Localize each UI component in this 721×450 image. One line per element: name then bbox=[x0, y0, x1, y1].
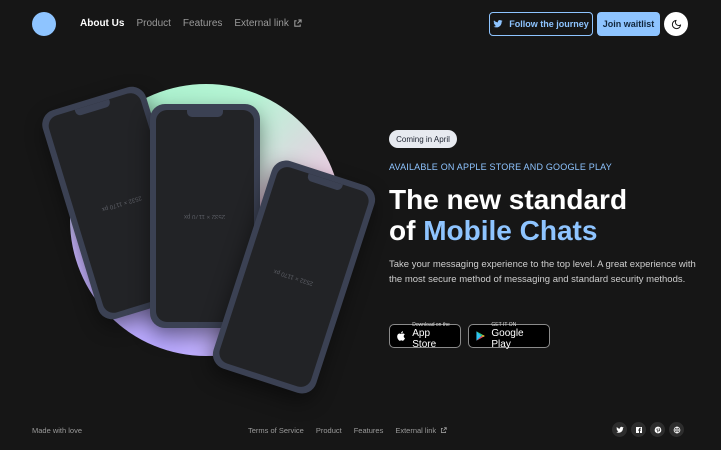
join-waitlist-button[interactable]: Join waitlist bbox=[597, 12, 660, 36]
phone-screen-text: 2532 × 1170 px bbox=[184, 213, 226, 219]
top-nav: About Us Product Features External link … bbox=[0, 0, 721, 48]
website-social-button[interactable] bbox=[669, 422, 684, 437]
nav-features[interactable]: Features bbox=[183, 18, 222, 29]
nav-external-link-label: External link bbox=[234, 18, 289, 29]
footer-terms-link[interactable]: Terms of Service bbox=[248, 426, 304, 435]
globe-icon bbox=[673, 426, 680, 433]
headline-accent: Mobile Chats bbox=[423, 215, 598, 246]
footer-links: Terms of Service Product Features Extern… bbox=[248, 426, 447, 435]
twitter-icon bbox=[615, 426, 624, 433]
facebook-icon bbox=[635, 426, 642, 433]
hero-description: Take your messaging experience to the to… bbox=[389, 259, 696, 285]
hero-illustration: 2532 × 1170 px 2532 × 1170 px 2532 × 117… bbox=[30, 80, 380, 400]
phone-screen-text: 2532 × 1170 px bbox=[273, 267, 315, 287]
phone-screen-text: 2532 × 1170 px bbox=[101, 194, 143, 212]
app-store-big: App Store bbox=[412, 328, 437, 350]
follow-journey-button[interactable]: Follow the journey bbox=[489, 12, 593, 36]
footer-product-link[interactable]: Product bbox=[316, 426, 342, 435]
external-link-icon bbox=[441, 427, 447, 434]
footer-features-link[interactable]: Features bbox=[354, 426, 384, 435]
pinterest-icon bbox=[654, 426, 661, 433]
headline-line1: The new standard bbox=[389, 184, 628, 215]
footer-external-link[interactable]: External link bbox=[395, 426, 447, 435]
logo[interactable] bbox=[32, 12, 56, 36]
twitter-social-button[interactable] bbox=[612, 422, 627, 437]
coming-soon-badge: Coming in April bbox=[389, 130, 457, 148]
nav-product[interactable]: Product bbox=[136, 18, 170, 29]
footer-external-link-label: External link bbox=[395, 426, 437, 435]
external-link-icon bbox=[294, 19, 302, 27]
headline-of: of bbox=[389, 215, 416, 246]
facebook-social-button[interactable] bbox=[631, 422, 646, 437]
theme-toggle-button[interactable] bbox=[664, 12, 688, 36]
social-links bbox=[612, 422, 684, 437]
moon-icon bbox=[671, 19, 681, 29]
google-play-icon bbox=[476, 331, 485, 341]
app-store-button[interactable]: Download on the App Store bbox=[389, 322, 461, 350]
footer-made-with: Made with love bbox=[32, 426, 83, 435]
app-store-text: Download on the App Store bbox=[412, 322, 454, 350]
pinterest-social-button[interactable] bbox=[650, 422, 665, 437]
google-play-text: GET IT ON Google Play bbox=[491, 322, 543, 350]
google-play-big: Google Play bbox=[491, 328, 524, 350]
phone-notch bbox=[187, 110, 223, 117]
twitter-icon bbox=[493, 20, 503, 28]
google-play-button[interactable]: GET IT ON Google Play bbox=[468, 322, 550, 350]
nav-about-us[interactable]: About Us bbox=[80, 18, 124, 29]
nav-external-link[interactable]: External link bbox=[234, 18, 302, 29]
availability-kicker: AVAILABLE ON APPLE STORE AND GOOGLE PLAY bbox=[389, 162, 612, 172]
follow-journey-label: Follow the journey bbox=[509, 19, 589, 29]
hero-headline: The new standard of Mobile Chats bbox=[389, 184, 627, 246]
apple-icon bbox=[397, 331, 405, 341]
nav-links: About Us Product Features External link bbox=[80, 18, 302, 29]
